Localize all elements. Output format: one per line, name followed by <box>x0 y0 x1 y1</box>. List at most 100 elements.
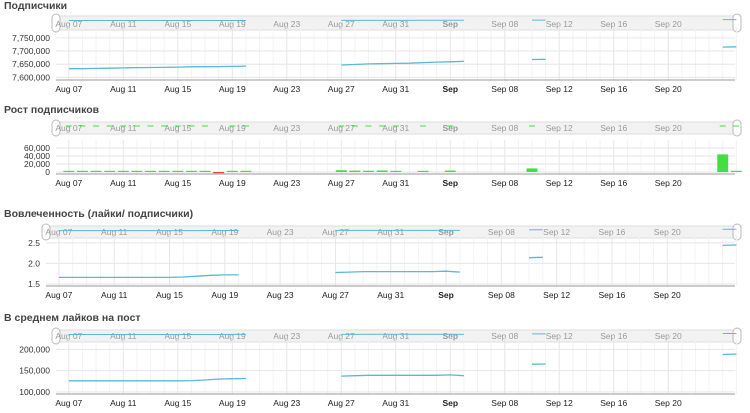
x-tick-label: Sep 20 <box>654 290 681 300</box>
series-line <box>722 353 737 356</box>
navigator-tick-label: Sep 08 <box>491 123 518 133</box>
y-tick-label: 7,650,000 <box>12 59 50 69</box>
x-tick-label: Aug 27 <box>328 398 355 408</box>
x-tick-label: Aug 27 <box>328 84 355 94</box>
chart-panel-subscriber-growth: Рост подписчиков Aug 07 Aug 11 Aug 15 Aug 1… <box>0 104 750 208</box>
x-tick-label: Aug 19 <box>219 178 246 188</box>
x-tick-label: Aug 11 <box>101 290 128 300</box>
navigator-tick-label: Sep <box>442 123 458 133</box>
x-tick-label: Sep 20 <box>655 398 682 408</box>
y-tick-label: 150,000 <box>19 366 50 376</box>
y-tick-label: 2.0 <box>28 258 40 268</box>
x-tick-label: Aug 23 <box>273 84 300 94</box>
navigator-tick-label: Aug 27 <box>328 123 355 133</box>
bar <box>349 170 361 172</box>
x-tick-label: Aug 19 <box>219 398 246 408</box>
bar <box>76 170 88 172</box>
x-tick-label: Aug 07 <box>55 178 82 188</box>
y-tick-label: 7,750,000 <box>12 33 50 43</box>
navigator-tick-label: Sep 12 <box>546 123 573 133</box>
x-tick-label: Aug 07 <box>55 84 82 94</box>
bar <box>717 154 729 172</box>
chart-panel-subscribers: Подписчики Aug 07 Aug 11 Aug 15 Aug 19 Aug 2… <box>0 0 750 104</box>
y-tick-label: 100,000 <box>19 387 50 397</box>
subscribers-chart[interactable]: Aug 07 Aug 11 Aug 15 Aug 19 Aug 23 Aug 27 Aug … <box>0 0 750 104</box>
bar <box>90 170 102 172</box>
x-tick-label: Sep 16 <box>598 290 625 300</box>
x-tick-label: Sep 08 <box>491 398 518 408</box>
x-tick-label: Sep <box>438 290 454 300</box>
y-tick-label: 200,000 <box>19 344 50 354</box>
avg-likes-chart[interactable]: Aug 07 Aug 11 Aug 15 Aug 19 Aug 23 Aug 27 Aug … <box>0 312 750 413</box>
x-tick-label: Sep <box>442 178 458 188</box>
x-tick-label: Aug 15 <box>164 84 191 94</box>
bar <box>417 170 429 172</box>
navigator-tick-label: Aug 07 <box>55 123 82 133</box>
bar <box>363 170 374 172</box>
series-line <box>68 377 246 382</box>
chart-panel-engagement: Вовлеченность (лайки/ подписчики) Aug 07… <box>0 208 750 312</box>
y-tick-label: 1.5 <box>28 279 40 289</box>
x-tick-label: Sep 12 <box>546 178 573 188</box>
x-tick-label: Aug 11 <box>110 84 137 94</box>
navigator-handle-right <box>732 223 742 241</box>
x-tick-label: Aug 19 <box>211 290 238 300</box>
bar <box>335 170 347 172</box>
x-tick-label: Aug 27 <box>328 178 355 188</box>
x-tick-label: Aug 31 <box>377 290 404 300</box>
navigator-tick-label: Aug 19 <box>219 123 246 133</box>
series-line <box>335 270 460 274</box>
x-tick-label: Sep 08 <box>491 178 518 188</box>
bar <box>172 170 184 172</box>
bar <box>131 170 143 172</box>
x-tick-label: Aug 31 <box>382 398 409 408</box>
bar <box>526 168 538 172</box>
x-tick-label: Aug 31 <box>382 84 409 94</box>
x-tick-label: Sep 16 <box>600 178 627 188</box>
x-tick-label: Aug 07 <box>55 398 82 408</box>
bar <box>145 170 157 172</box>
x-tick-label: Sep 08 <box>488 290 515 300</box>
x-tick-label: Sep 08 <box>491 84 518 94</box>
series-line <box>68 65 246 70</box>
navigator-tick-label: Aug 11 <box>110 123 137 133</box>
bar <box>240 170 252 172</box>
bar <box>730 170 742 172</box>
navigator-handle-right <box>732 13 742 33</box>
x-tick-label: Aug 31 <box>382 178 409 188</box>
x-tick-label: Aug 23 <box>267 290 294 300</box>
x-tick-label: Aug 23 <box>273 178 300 188</box>
navigator-tick-label: Sep 20 <box>655 123 682 133</box>
x-tick-label: Sep 12 <box>546 398 573 408</box>
x-tick-label: Aug 15 <box>156 290 183 300</box>
series-line <box>341 374 464 377</box>
y-tick-label: 7,600,000 <box>12 72 50 82</box>
x-tick-label: Sep 20 <box>655 84 682 94</box>
x-tick-label: Aug 27 <box>322 290 349 300</box>
engagement-chart[interactable]: Aug 07 Aug 11 Aug 15 Aug 19 Aug 23 Aug 27 Aug … <box>0 208 750 312</box>
x-tick-label: Sep 12 <box>546 84 573 94</box>
bar <box>376 170 388 172</box>
subscriber-growth-chart[interactable]: Aug 07 Aug 11 Aug 15 Aug 19 Aug 23 Aug 27 Aug … <box>0 104 750 208</box>
navigator-tick-label: Sep 16 <box>600 123 627 133</box>
bar <box>199 170 211 172</box>
x-tick-label: Sep <box>442 84 458 94</box>
bar <box>444 170 456 172</box>
bar <box>117 170 129 172</box>
x-tick-label: Aug 23 <box>273 398 300 408</box>
bar <box>63 170 75 172</box>
bar <box>104 170 116 172</box>
x-tick-label: Sep 16 <box>600 398 627 408</box>
chart-panel-avg-likes: В среднем лайков на пост Aug 07 Aug 11 Aug… <box>0 312 750 413</box>
x-tick-label: Aug 19 <box>219 84 246 94</box>
y-tick-label: 7,700,000 <box>12 46 50 56</box>
bar <box>390 170 402 172</box>
bar <box>185 170 197 172</box>
navigator-tick-label: Aug 31 <box>382 123 409 133</box>
y-tick-label: 2.5 <box>28 238 40 248</box>
bar <box>213 172 225 174</box>
x-tick-label: Sep 16 <box>600 84 627 94</box>
navigator-handle-right <box>732 119 742 137</box>
navigator-handle-right <box>732 327 742 345</box>
x-tick-label: Aug 15 <box>164 178 191 188</box>
